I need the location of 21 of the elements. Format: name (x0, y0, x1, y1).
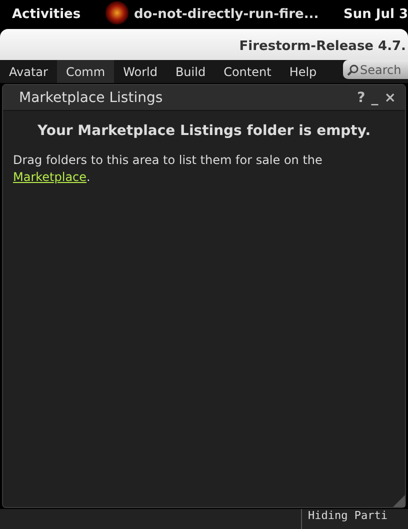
panel-title: Marketplace Listings (19, 90, 164, 106)
panel-button[interactable]: ? (354, 90, 368, 106)
search-field[interactable]: Search (343, 60, 408, 79)
panel-button[interactable]: _ (368, 90, 382, 106)
search-icon (347, 64, 359, 76)
status-text: Hiding Parti (301, 509, 408, 529)
clock[interactable]: Sun Jul 3 (343, 7, 408, 22)
menu-item[interactable]: Comm (56, 60, 114, 83)
menu-item[interactable]: World (114, 60, 166, 83)
window-title: Firestorm-Release 4.7. (239, 39, 406, 54)
menu-item[interactable]: Build (166, 60, 215, 83)
menu-item[interactable]: Help (280, 60, 326, 83)
panel-button[interactable]: × (381, 90, 399, 106)
app-menu-title[interactable]: do-not-directly-run-fire... (134, 7, 319, 22)
empty-heading: Your Marketplace Listings folder is empty. (36, 123, 372, 139)
marketplace-link[interactable]: Marketplace (13, 170, 87, 184)
menu-item[interactable]: Avatar (0, 60, 57, 83)
menu-item[interactable]: Content (214, 60, 280, 83)
activities-button[interactable]: Activities (0, 7, 104, 22)
resize-grip-icon[interactable] (391, 493, 405, 507)
empty-message: Drag folders to this area to list them for sale on the Marketplace. (12, 152, 324, 186)
